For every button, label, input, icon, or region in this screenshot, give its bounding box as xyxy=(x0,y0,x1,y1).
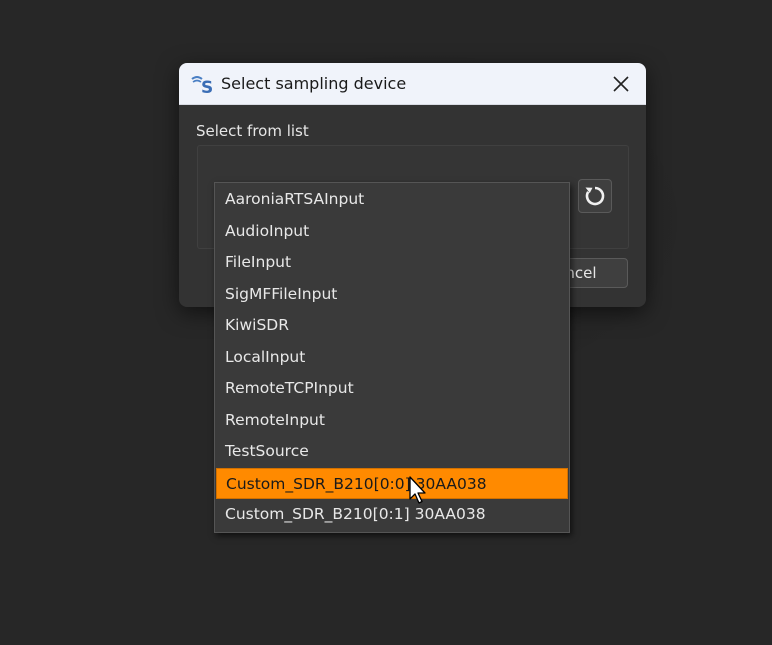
select-from-list-label: Select from list xyxy=(196,122,309,140)
refresh-icon xyxy=(585,186,605,206)
dropdown-item[interactable]: RemoteTCPInput xyxy=(216,373,568,405)
sdrangel-logo-icon: S xyxy=(190,73,214,98)
refresh-button[interactable] xyxy=(578,179,612,213)
dropdown-item[interactable]: FileInput xyxy=(216,247,568,279)
dialog-titlebar: S Select sampling device xyxy=(179,63,646,105)
dropdown-item[interactable]: LocalInput xyxy=(216,342,568,374)
dialog-title: Select sampling device xyxy=(221,74,407,93)
dropdown-item[interactable]: AudioInput xyxy=(216,216,568,248)
dropdown-item[interactable]: RemoteInput xyxy=(216,405,568,437)
dropdown-item[interactable]: AaroniaRTSAInput xyxy=(216,184,568,216)
device-dropdown-list[interactable]: AaroniaRTSAInput AudioInput FileInput Si… xyxy=(214,182,570,533)
dropdown-item[interactable]: TestSource xyxy=(216,436,568,468)
dropdown-item[interactable]: KiwiSDR xyxy=(216,310,568,342)
dropdown-item[interactable]: SigMFFileInput xyxy=(216,279,568,311)
svg-text:S: S xyxy=(201,78,213,95)
dropdown-item-selected[interactable]: Custom_SDR_B210[0:0] 30AA038 xyxy=(216,467,568,499)
dropdown-item[interactable]: Custom_SDR_B210[0:1] 30AA038 xyxy=(216,499,568,531)
close-icon[interactable] xyxy=(607,70,635,98)
